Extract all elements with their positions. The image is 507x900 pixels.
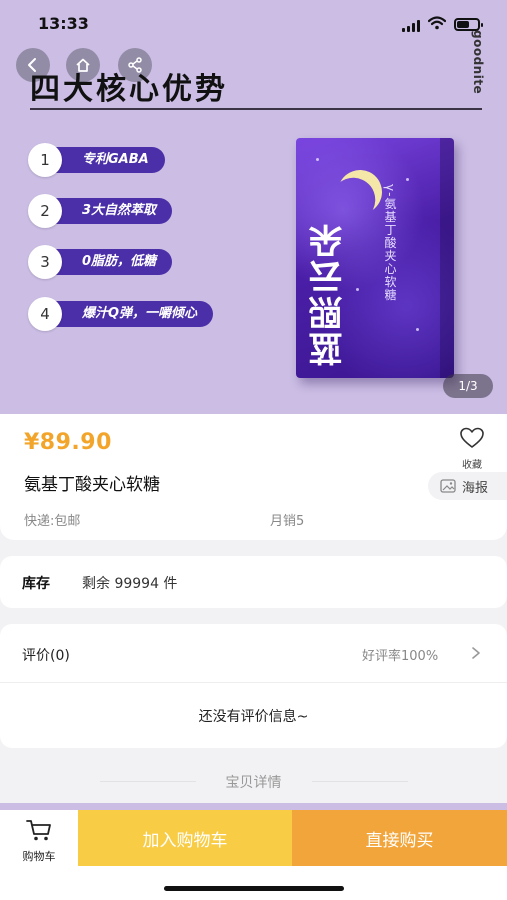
bottom-action-bar: 购物车 加入购物车 直接购买: [0, 810, 507, 900]
product-title: 氨基丁酸夹心软糖: [24, 475, 160, 495]
status-bar: 13:33: [0, 0, 507, 46]
heart-icon: [460, 427, 484, 448]
moon-icon: [332, 164, 388, 220]
sparkle: [356, 288, 359, 291]
reviews-empty-text: 还没有评价信息~: [198, 709, 309, 725]
cart-icon: [26, 820, 51, 841]
buy-now-button[interactable]: 直接购买: [292, 810, 507, 866]
add-to-cart-button[interactable]: 加入购物车: [78, 810, 292, 866]
details-title: 宝贝详情: [225, 775, 282, 791]
stock-label: 库存: [22, 576, 50, 592]
feature-number: 1: [28, 143, 62, 177]
feature-number: 4: [28, 297, 62, 331]
home-indicator[interactable]: [164, 886, 344, 891]
divider: [312, 781, 408, 782]
feature-label: 爆汁Q弹，一嚼倾心: [54, 301, 214, 327]
chevron-right-icon: [472, 647, 480, 659]
feature-label: 3大自然萃取: [54, 198, 173, 224]
sparkle: [406, 178, 409, 181]
product-price: ¥89.90: [24, 430, 112, 455]
package-edge: [440, 138, 454, 378]
stock-value: 剩余 99994 件: [82, 576, 178, 592]
monthly-sales: 月销5: [270, 514, 305, 529]
cart-label: 购物车: [22, 850, 56, 863]
feature-number: 3: [28, 245, 62, 279]
package-subtitle: γ-氨基丁酸夹心软糖: [383, 184, 397, 302]
sparkle: [316, 158, 319, 161]
reviews-card: 评价(0) 好评率100% 还没有评价信息~: [0, 624, 507, 748]
divider: [0, 682, 507, 683]
feature-number: 2: [28, 194, 62, 228]
hero-headline: 四大核心优势: [30, 72, 228, 107]
reviews-label: 评价(0): [22, 648, 70, 664]
signal-icon: [402, 20, 420, 32]
favorite-button[interactable]: 收藏: [452, 426, 492, 471]
image-icon: [440, 479, 456, 493]
cart-button[interactable]: 购物车: [0, 810, 78, 866]
carousel-page-indicator: 1/3: [443, 374, 493, 398]
package-name: 蓝熙云朵: [309, 222, 349, 366]
wifi-icon: [428, 16, 446, 30]
reviews-header-row[interactable]: 评价(0) 好评率100%: [0, 624, 507, 682]
positive-rate: 好评率100%: [362, 649, 439, 664]
product-info-card: ¥89.90 收藏 氨基丁酸夹心软糖 海报 快递:包邮 月销5: [0, 414, 507, 540]
shipping-info: 快递:包邮: [24, 514, 81, 529]
stock-card: 库存 剩余 99994 件: [0, 556, 507, 608]
sparkle: [416, 328, 419, 331]
poster-button[interactable]: 海报: [428, 472, 507, 500]
product-package-image: 蓝熙云朵 γ-氨基丁酸夹心软糖: [296, 138, 454, 378]
brand-logo: goodnite: [471, 30, 485, 95]
feature-label: 0脂肪，低糖: [54, 249, 173, 275]
feature-label: 专利GABA: [54, 147, 165, 173]
poster-label: 海报: [462, 480, 489, 496]
favorite-label: 收藏: [462, 460, 482, 471]
status-time: 13:33: [38, 14, 89, 33]
sparkle: [331, 348, 334, 351]
product-image-carousel[interactable]: 13:33 goodnite 四大核心优势 1 专利GABA 2 3大自然萃取: [0, 0, 507, 414]
headline-divider: [30, 108, 482, 110]
